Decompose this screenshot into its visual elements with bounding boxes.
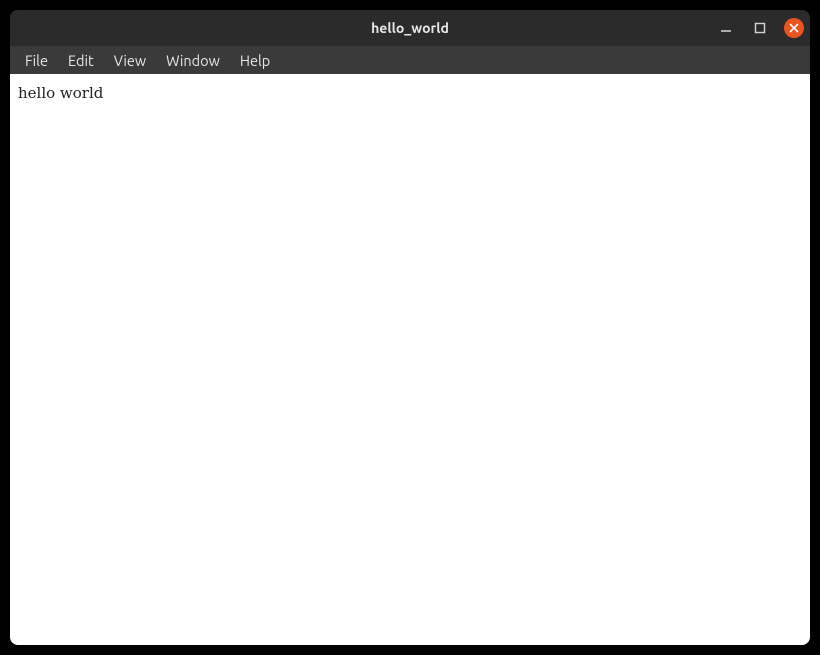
close-button[interactable] — [784, 18, 804, 38]
close-icon — [789, 23, 799, 33]
menu-help[interactable]: Help — [231, 49, 279, 72]
minimize-button[interactable] — [716, 18, 736, 38]
content-area[interactable]: hello world — [10, 74, 810, 645]
maximize-button[interactable] — [750, 18, 770, 38]
window-controls — [716, 10, 804, 46]
application-window: hello_world File Edit View — [10, 10, 810, 645]
titlebar: hello_world — [10, 10, 810, 46]
menubar: File Edit View Window Help — [10, 46, 810, 74]
content-text: hello world — [18, 84, 802, 104]
menu-view[interactable]: View — [105, 49, 155, 72]
menu-edit[interactable]: Edit — [59, 49, 103, 72]
menu-file[interactable]: File — [16, 49, 57, 72]
maximize-icon — [754, 22, 766, 34]
minimize-icon — [720, 22, 732, 34]
window-title: hello_world — [10, 20, 810, 36]
menu-window[interactable]: Window — [157, 49, 229, 72]
